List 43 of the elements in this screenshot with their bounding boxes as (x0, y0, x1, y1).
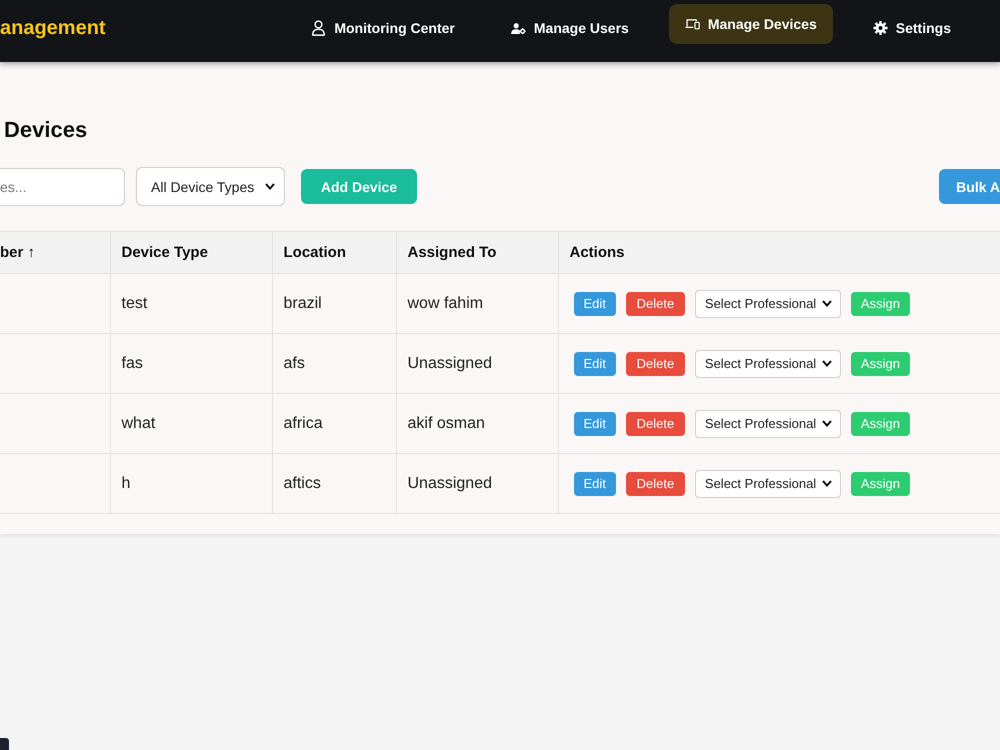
corner-tab[interactable] (0, 738, 9, 750)
delete-button[interactable]: Delete (626, 412, 685, 436)
table-cell: test (110, 274, 272, 334)
delete-button[interactable]: Delete (626, 472, 685, 496)
delete-button[interactable]: Delete (626, 292, 685, 316)
table-cell: what (110, 394, 272, 454)
column-header[interactable]: Assigned To (396, 232, 558, 274)
user-gear-icon (510, 22, 526, 34)
table-cell: brazil (272, 274, 396, 334)
column-header[interactable]: Location (272, 232, 396, 274)
column-header[interactable]: Actions (558, 232, 1000, 274)
device-type-select[interactable]: All Device Types (136, 167, 285, 206)
nav-link[interactable]: Monitoring Center (295, 8, 471, 48)
chevron-down-icon (822, 360, 832, 367)
nav-link[interactable]: Manage Users (494, 8, 645, 48)
table-cell: Unassigned (396, 334, 558, 394)
delete-button[interactable]: Delete (626, 352, 685, 376)
table-cell: afs (272, 334, 396, 394)
column-header[interactable]: ber ↑ (0, 232, 110, 274)
chevron-down-icon (265, 183, 275, 190)
table-cell: h (110, 454, 272, 514)
table-cell: wow fahim (396, 274, 558, 334)
chevron-down-icon (822, 480, 832, 487)
nav-link[interactable]: Settings (856, 8, 967, 48)
settings-icon (872, 20, 888, 36)
professional-select[interactable]: Select Professional (694, 470, 841, 498)
table-cell: Unassigned (396, 454, 558, 514)
professional-select[interactable]: Select Professional (694, 410, 841, 438)
search-field[interactable]: es... (0, 168, 125, 206)
column-header[interactable]: Device Type (110, 232, 272, 274)
devices-icon (684, 16, 700, 32)
chevron-down-icon (822, 420, 832, 427)
professional-select[interactable]: Select Professional (694, 350, 841, 378)
chevron-down-icon (822, 300, 832, 307)
table-cell: africa (272, 394, 396, 454)
table-cell: fas (110, 334, 272, 394)
table-cell: aftics (272, 454, 396, 514)
user-icon (311, 20, 326, 36)
professional-select[interactable]: Select Professional (694, 290, 841, 318)
table-cell: akif osman (396, 394, 558, 454)
nav-link[interactable]: Manage Devices (668, 4, 833, 44)
page-title: Devices (4, 117, 88, 143)
brand-title: anagement (0, 16, 106, 40)
